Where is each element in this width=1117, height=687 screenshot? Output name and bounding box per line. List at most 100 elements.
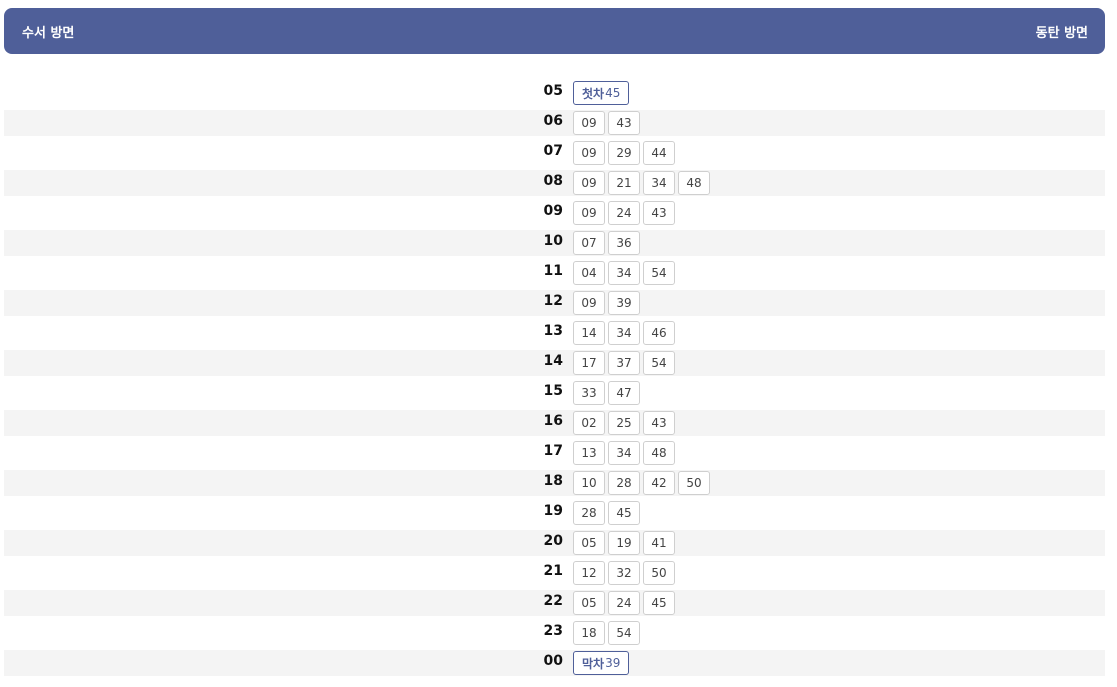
timetable-row: 11 04 34 54	[4, 258, 1105, 288]
minute-badge[interactable]: 50	[678, 471, 710, 495]
direction-right-label[interactable]: 동탄 방면	[1036, 22, 1088, 41]
timetable-row: 14 17 37 54	[4, 348, 1105, 378]
minute-badge[interactable]: 43	[643, 411, 675, 435]
minute-badge[interactable]: 42	[643, 471, 675, 495]
timetable-row: 13 14 34 46	[4, 318, 1105, 348]
minute-badge[interactable]: 34	[608, 441, 640, 465]
minute-badge[interactable]: 54	[608, 621, 640, 645]
minute-badge[interactable]: 18	[573, 621, 605, 645]
minute-list: 첫차 45	[573, 81, 630, 105]
minute-badge-special[interactable]: 막차 39	[573, 651, 630, 675]
minute-list: 09 29 44	[573, 141, 675, 165]
minute-list: 28 45	[573, 501, 640, 525]
hour-label: 10	[543, 233, 563, 249]
minute-badge[interactable]: 09	[573, 171, 605, 195]
timetable-row: 21 12 32 50	[4, 558, 1105, 588]
minute-badge[interactable]: 09	[573, 111, 605, 135]
hour-label: 22	[543, 593, 563, 609]
minute-badge[interactable]: 09	[573, 141, 605, 165]
minute-badge[interactable]: 46	[643, 321, 675, 345]
minute-badge[interactable]: 28	[608, 471, 640, 495]
minute-badge[interactable]: 05	[573, 591, 605, 615]
timetable-row: 00 막차 39	[4, 648, 1105, 678]
minute-badge[interactable]: 24	[608, 591, 640, 615]
timetable-row: 19 28 45	[4, 498, 1105, 528]
minute-badge[interactable]: 45	[608, 501, 640, 525]
timetable-row: 18 10 28 42 50	[4, 468, 1105, 498]
minute-badge[interactable]: 44	[643, 141, 675, 165]
minute-badge[interactable]: 04	[573, 261, 605, 285]
minute-badge[interactable]: 43	[643, 201, 675, 225]
hour-label: 19	[543, 503, 563, 519]
minute-badge[interactable]: 07	[573, 231, 605, 255]
minute-badge[interactable]: 29	[608, 141, 640, 165]
minute-list: 09 24 43	[573, 201, 675, 225]
hour-label: 05	[543, 83, 563, 99]
minute-list: 07 36	[573, 231, 640, 255]
minute-list: 10 28 42 50	[573, 471, 710, 495]
hour-label: 11	[543, 263, 563, 279]
minute-badge[interactable]: 47	[608, 381, 640, 405]
minute-list: 09 21 34 48	[573, 171, 710, 195]
timetable-row: 15 33 47	[4, 378, 1105, 408]
hour-label: 07	[543, 143, 563, 159]
direction-left-label[interactable]: 수서 방면	[22, 22, 74, 41]
minute-badge[interactable]: 43	[608, 111, 640, 135]
timetable-row: 09 09 24 43	[4, 198, 1105, 228]
timetable-row: 17 13 34 48	[4, 438, 1105, 468]
minute-badge[interactable]: 05	[573, 531, 605, 555]
minute-badge[interactable]: 33	[573, 381, 605, 405]
minute-badge[interactable]: 25	[608, 411, 640, 435]
minute-list: 05 19 41	[573, 531, 675, 555]
minute-badge[interactable]: 21	[608, 171, 640, 195]
minute-badge[interactable]: 10	[573, 471, 605, 495]
minute-badge[interactable]: 34	[643, 171, 675, 195]
timetable-row: 23 18 54	[4, 618, 1105, 648]
train-tag: 막차	[582, 656, 605, 671]
minute-badge[interactable]: 34	[608, 321, 640, 345]
minute-list: 02 25 43	[573, 411, 675, 435]
minute-badge[interactable]: 45	[643, 591, 675, 615]
minute-badge[interactable]: 37	[608, 351, 640, 375]
minute-list: 09 43	[573, 111, 640, 135]
minute-list: 04 34 54	[573, 261, 675, 285]
minute-value: 39	[605, 656, 621, 670]
hour-label: 13	[543, 323, 563, 339]
hour-label: 15	[543, 383, 563, 399]
minute-badge[interactable]: 14	[573, 321, 605, 345]
minute-badge[interactable]: 36	[608, 231, 640, 255]
minute-badge[interactable]: 48	[643, 441, 675, 465]
minute-list: 09 39	[573, 291, 640, 315]
minute-list: 05 24 45	[573, 591, 675, 615]
hour-label: 18	[543, 473, 563, 489]
minute-badge[interactable]: 02	[573, 411, 605, 435]
timetable-row: 06 09 43	[4, 108, 1105, 138]
timetable-row: 12 09 39	[4, 288, 1105, 318]
minute-badge[interactable]: 28	[573, 501, 605, 525]
minute-badge[interactable]: 39	[608, 291, 640, 315]
minute-badge[interactable]: 13	[573, 441, 605, 465]
minute-badge[interactable]: 32	[608, 561, 640, 585]
minute-list: 14 34 46	[573, 321, 675, 345]
minute-badge[interactable]: 17	[573, 351, 605, 375]
minute-badge[interactable]: 24	[608, 201, 640, 225]
minute-badge[interactable]: 19	[608, 531, 640, 555]
minute-badge[interactable]: 54	[643, 351, 675, 375]
minute-badge[interactable]: 41	[643, 531, 675, 555]
hour-label: 09	[543, 203, 563, 219]
minute-badge[interactable]: 34	[608, 261, 640, 285]
minute-badge[interactable]: 09	[573, 291, 605, 315]
hour-label: 21	[543, 563, 563, 579]
minute-badge[interactable]: 50	[643, 561, 675, 585]
minute-list: 13 34 48	[573, 441, 675, 465]
minute-badge[interactable]: 12	[573, 561, 605, 585]
hour-label: 12	[543, 293, 563, 309]
minute-value: 45	[605, 86, 621, 100]
minute-list: 18 54	[573, 621, 640, 645]
minute-badge-special[interactable]: 첫차 45	[573, 81, 630, 105]
minute-badge[interactable]: 09	[573, 201, 605, 225]
hour-label: 20	[543, 533, 563, 549]
minute-badge[interactable]: 54	[643, 261, 675, 285]
minute-badge[interactable]: 48	[678, 171, 710, 195]
minute-list: 막차 39	[573, 651, 630, 675]
